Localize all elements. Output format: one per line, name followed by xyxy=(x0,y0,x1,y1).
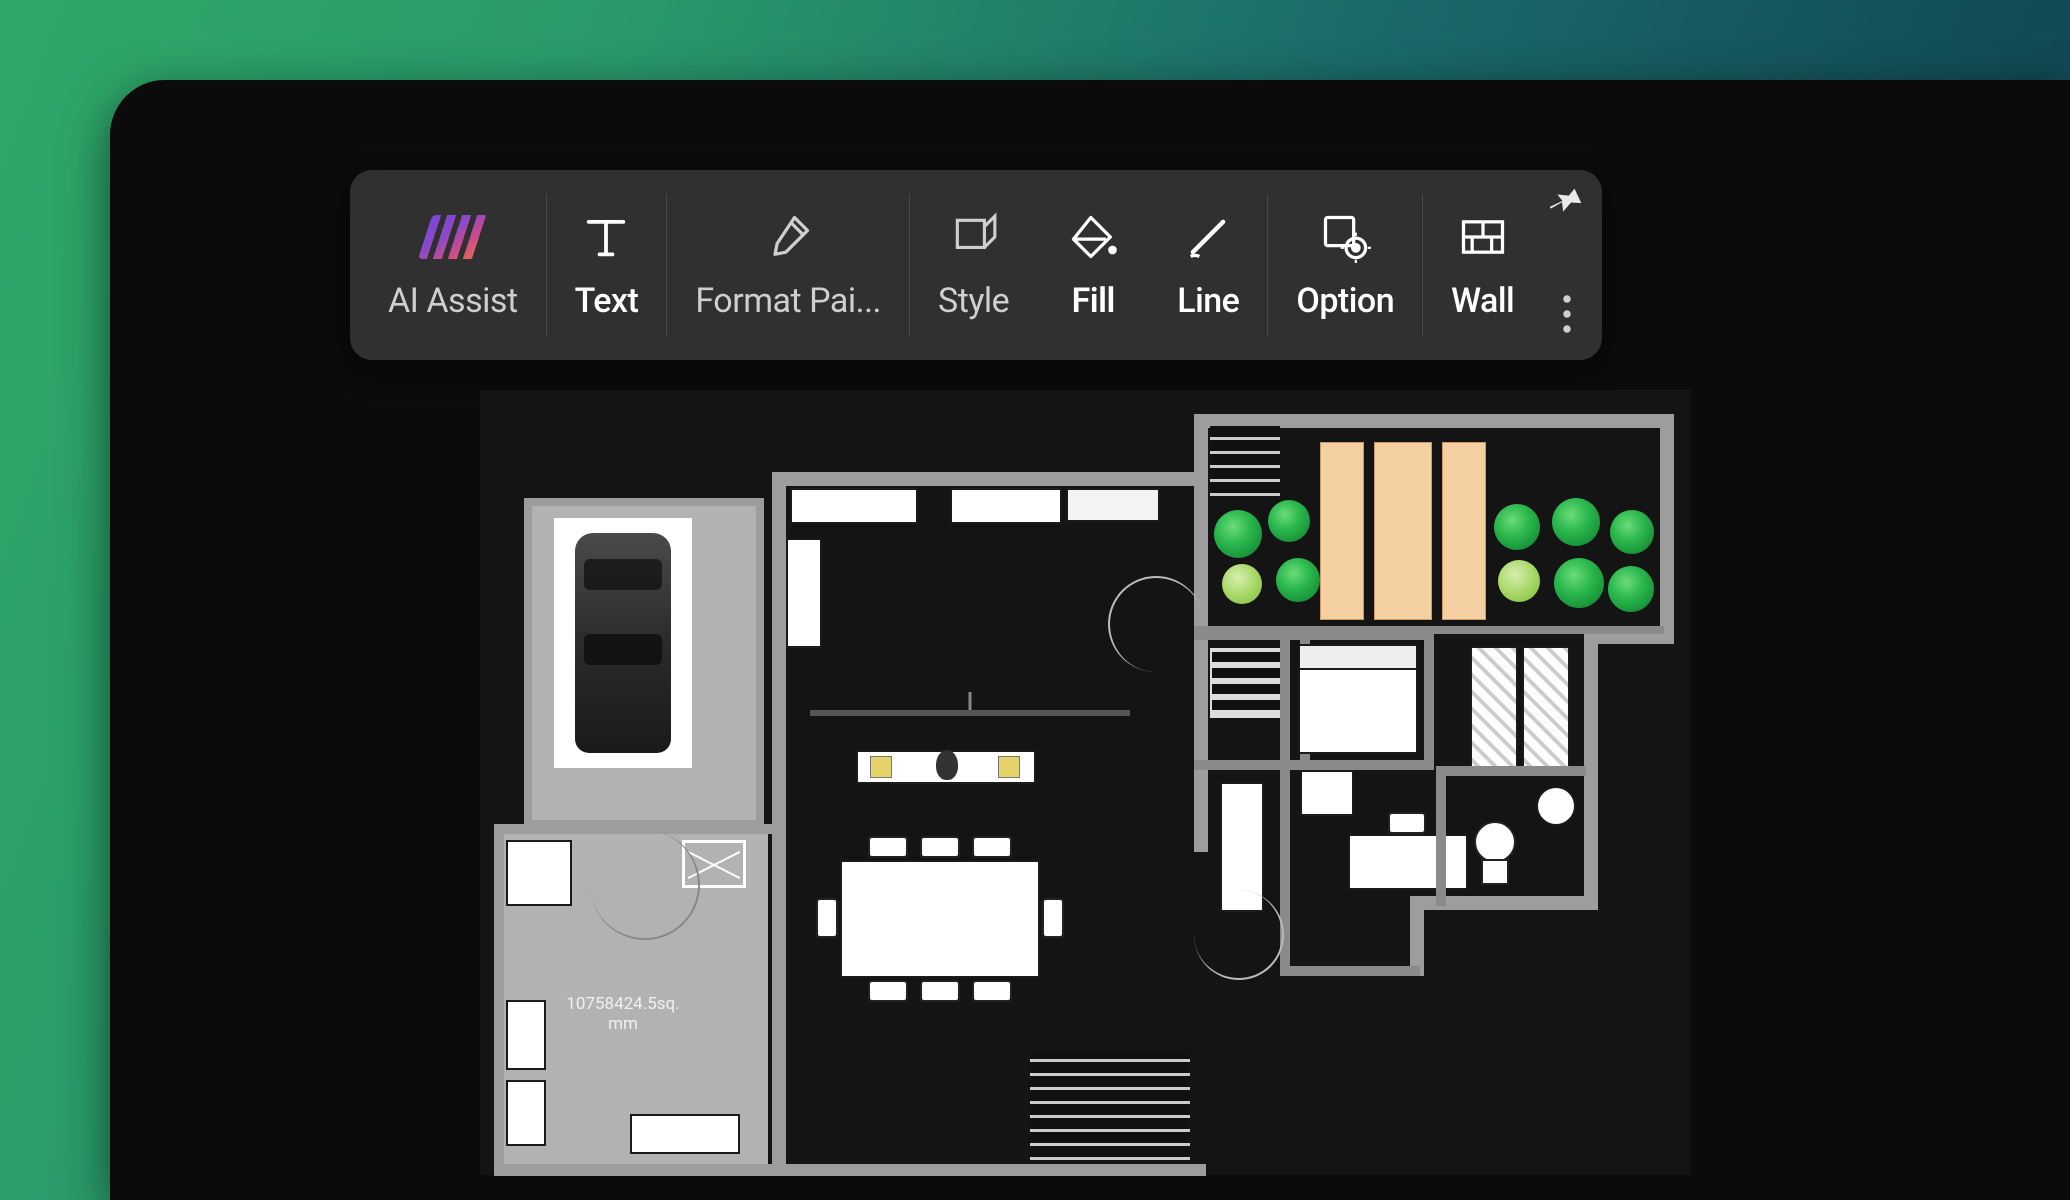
dining-chair xyxy=(1042,898,1064,938)
kitchen-counter xyxy=(630,1114,740,1154)
garage-car xyxy=(554,518,692,768)
area-label: 10758424.5sq. mm xyxy=(548,994,698,1035)
dining-chair xyxy=(920,980,960,1002)
fill-label: Fill xyxy=(1072,281,1115,321)
wall-segment xyxy=(1280,966,1420,976)
stairs xyxy=(1210,426,1280,496)
text-tool-label: Text xyxy=(575,281,639,321)
brush-icon xyxy=(760,209,816,265)
plant xyxy=(1214,510,1262,558)
sofa xyxy=(790,488,918,524)
deck-plank xyxy=(1320,442,1364,620)
option-label: Option xyxy=(1296,281,1394,321)
app-window: AI Assist Text Format Pai... xyxy=(110,80,2070,1200)
vase xyxy=(936,750,958,780)
door-arc xyxy=(1108,576,1204,672)
toolbar-tail xyxy=(1542,170,1592,360)
plant xyxy=(1554,558,1604,608)
wall-segment xyxy=(1584,630,1598,910)
wall-segment xyxy=(494,824,504,1174)
wardrobe xyxy=(1470,646,1518,776)
plant xyxy=(1494,504,1540,550)
door-arc xyxy=(590,830,700,940)
wall-segment xyxy=(1436,766,1446,906)
plant xyxy=(1268,500,1310,542)
plant xyxy=(1552,498,1600,546)
line-label: Line xyxy=(1177,281,1239,321)
text-icon xyxy=(578,209,634,265)
style-label: Style xyxy=(938,281,1009,321)
dining-chair xyxy=(868,980,908,1002)
wall-brick-icon xyxy=(1455,209,1511,265)
plant xyxy=(1498,560,1540,602)
wall-label: Wall xyxy=(1451,281,1514,321)
plant xyxy=(1276,558,1320,602)
shelf-rack xyxy=(1210,648,1288,718)
wardrobe xyxy=(1522,646,1570,776)
bed-headboard xyxy=(1298,644,1418,670)
main-toolbar: AI Assist Text Format Pai... xyxy=(350,170,1602,360)
ai-assist-label: AI Assist xyxy=(388,281,518,321)
wall-segment xyxy=(524,498,532,828)
fill-button[interactable]: Fill xyxy=(1037,170,1149,360)
style-icon xyxy=(946,209,1002,265)
decor-item xyxy=(870,756,892,778)
dining-chair xyxy=(868,836,908,858)
wall-button[interactable]: Wall xyxy=(1423,170,1542,360)
toilet xyxy=(1468,820,1522,894)
dining-chair xyxy=(972,836,1012,858)
ai-assist-button[interactable]: AI Assist xyxy=(360,170,546,360)
wall-segment xyxy=(1436,766,1586,776)
text-tool-button[interactable]: Text xyxy=(547,170,667,360)
plant xyxy=(1610,510,1654,554)
dining-chair xyxy=(816,898,838,938)
sofa xyxy=(786,538,822,648)
sink-basin xyxy=(506,1000,546,1070)
basin xyxy=(1536,786,1576,826)
floorplan-canvas[interactable]: 10758424.5sq. mm xyxy=(480,390,1691,1175)
floorplan: 10758424.5sq. mm xyxy=(480,390,1691,1175)
plant xyxy=(1608,566,1654,612)
patio-edge xyxy=(1194,626,1664,634)
stairs xyxy=(1030,1050,1190,1160)
deck-plank xyxy=(1374,442,1432,620)
wall-segment xyxy=(772,686,786,1174)
more-vertical-icon[interactable] xyxy=(1562,294,1572,338)
tv-stand xyxy=(810,710,1130,716)
dining-table xyxy=(840,860,1040,978)
desk xyxy=(1348,834,1468,890)
wall-segment xyxy=(524,498,764,506)
loveseat xyxy=(1066,488,1160,522)
line-button[interactable]: Line xyxy=(1149,170,1267,360)
wall-segment xyxy=(1410,896,1424,976)
wall-segment xyxy=(1194,472,1208,852)
wall-segment xyxy=(1424,630,1434,770)
option-button[interactable]: Option xyxy=(1268,170,1422,360)
wall-segment xyxy=(772,472,1208,486)
pin-icon[interactable] xyxy=(1550,184,1584,222)
door-arc xyxy=(1194,890,1284,980)
wall-segment xyxy=(1194,760,1434,770)
stove xyxy=(506,840,572,906)
format-painter-label: Format Pai... xyxy=(695,281,881,321)
deck-plank xyxy=(1442,442,1486,620)
ai-logo-icon xyxy=(425,209,481,265)
wall-segment xyxy=(756,498,764,828)
fill-bucket-icon xyxy=(1065,209,1121,265)
wall-segment xyxy=(1660,414,1674,642)
option-gear-icon xyxy=(1317,209,1373,265)
nightstand xyxy=(1300,770,1354,816)
sofa xyxy=(950,488,1062,524)
line-icon xyxy=(1180,209,1236,265)
wall-segment xyxy=(494,1164,1206,1176)
wall-segment xyxy=(772,472,786,692)
dining-chair xyxy=(920,836,960,858)
plant xyxy=(1222,564,1262,604)
format-painter-button[interactable]: Format Pai... xyxy=(667,170,909,360)
dining-chair xyxy=(972,980,1012,1002)
desk-chair xyxy=(1388,812,1426,834)
decor-item xyxy=(998,756,1020,778)
style-button[interactable]: Style xyxy=(910,170,1037,360)
sink-basin xyxy=(506,1080,546,1146)
